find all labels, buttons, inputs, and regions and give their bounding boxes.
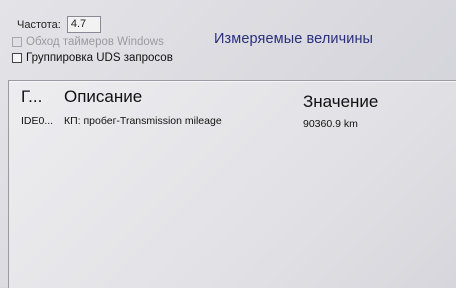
row-description-cell: КП: пробег-Transmission mileage <box>64 115 222 127</box>
bypass-timers-label: Обход таймеров Windows <box>26 36 164 48</box>
uds-grouping-label[interactable]: Группировка UDS запросов <box>26 52 173 64</box>
column-header-group[interactable]: Г... <box>21 87 42 107</box>
bypass-timers-checkbox <box>12 37 22 47</box>
uds-grouping-checkbox[interactable] <box>12 53 22 63</box>
frequency-row: Частота: 4.7 <box>17 16 101 33</box>
row-value-cell: 90360.9 km <box>303 118 358 130</box>
uds-grouping-checkbox-row[interactable]: Группировка UDS запросов <box>12 52 173 64</box>
application-window: Частота: 4.7 Обход таймеров Windows Груп… <box>0 0 456 288</box>
row-id-cell: IDE0... <box>21 115 54 127</box>
column-header-value[interactable]: Значение <box>303 92 378 112</box>
column-header-description[interactable]: Описание <box>64 87 142 107</box>
frequency-input[interactable]: 4.7 <box>66 16 101 33</box>
bypass-timers-checkbox-row: Обход таймеров Windows <box>12 36 164 48</box>
measured-values-list[interactable]: Г... Описание Значение IDE0... КП: пробе… <box>8 80 456 288</box>
frequency-label: Частота: <box>17 18 61 31</box>
measured-values-title: Измеряемые величины <box>214 31 374 47</box>
